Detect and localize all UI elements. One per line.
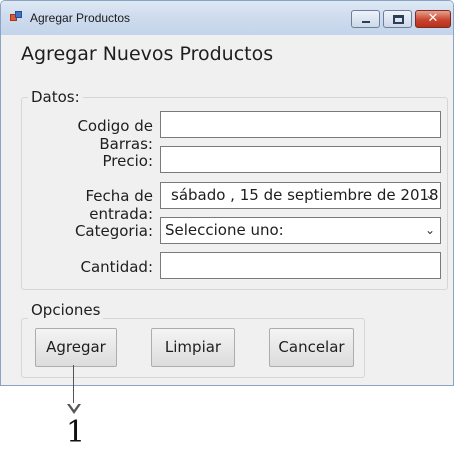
datos-legend: Datos: — [28, 88, 83, 106]
quantity-label: Cantidad: — [80, 258, 153, 276]
callout-number: 1 — [66, 415, 86, 450]
price-input[interactable] — [160, 146, 441, 173]
date-label: Fecha de entrada: — [85, 187, 154, 223]
add-button[interactable]: Agregar — [35, 328, 117, 367]
window-title: Agregar Productos — [30, 11, 131, 25]
window: Agregar Productos ✕ Agregar Nuevos Produ… — [0, 0, 454, 386]
barcode-input[interactable] — [160, 111, 441, 138]
cancel-button[interactable]: Cancelar — [269, 328, 354, 367]
arrow-down-icon — [67, 403, 81, 414]
price-label: Precio: — [102, 152, 154, 170]
barcode-label: Codigo de Barras: — [77, 117, 153, 153]
date-picker[interactable]: sábado , 15 de septiembre de 2018 ⌄ — [160, 182, 441, 209]
opciones-legend: Opciones — [28, 301, 104, 319]
app-window-icon — [10, 11, 23, 23]
category-value: Seleccione uno: — [165, 221, 284, 239]
category-select[interactable]: Seleccione uno: ⌄ — [160, 217, 441, 244]
page-title: Agregar Nuevos Productos — [21, 43, 274, 65]
title-bar[interactable]: Agregar Productos ✕ — [1, 1, 453, 35]
minimize-button[interactable] — [351, 10, 380, 28]
maximize-button[interactable] — [383, 10, 412, 28]
close-icon: ✕ — [427, 11, 439, 26]
category-label: Categoria: — [74, 222, 153, 240]
clear-button[interactable]: Limpiar — [151, 328, 235, 367]
quantity-input[interactable] — [160, 252, 441, 279]
chevron-down-icon[interactable]: ⌄ — [425, 218, 435, 243]
date-value: sábado , 15 de septiembre de 2018 — [171, 186, 439, 204]
chevron-down-icon[interactable]: ⌄ — [425, 183, 435, 208]
close-button[interactable]: ✕ — [415, 10, 451, 28]
